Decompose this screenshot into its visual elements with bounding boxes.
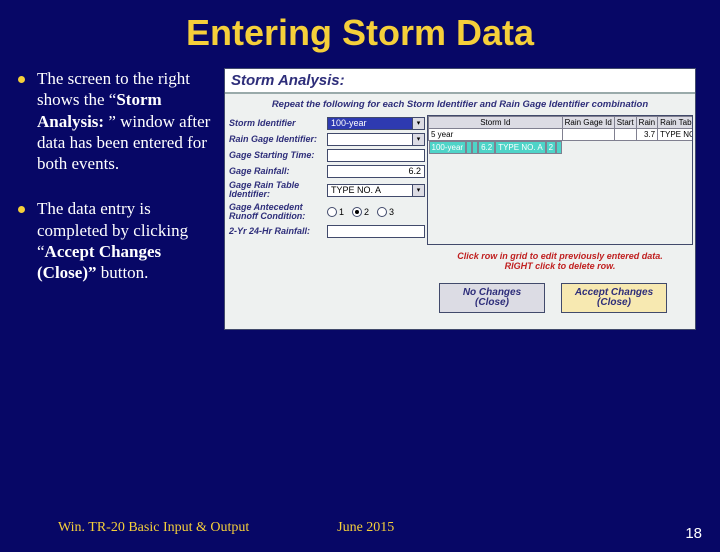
arc-radio-1[interactable]: 1: [327, 207, 344, 217]
chevron-down-icon[interactable]: ▾: [413, 117, 425, 130]
page-number: 18: [685, 525, 702, 542]
storm-grid[interactable]: Storm Id Rain Gage Id Start Rain Rain Ta…: [427, 115, 693, 245]
two-yr-input[interactable]: [327, 225, 425, 238]
storm-analysis-window: Storm Analysis: Repeat the following for…: [224, 68, 696, 330]
grid-hint: Click row in grid to edit previously ent…: [425, 245, 695, 282]
col-rain: Rain: [636, 117, 657, 129]
label-antecedent: Gage Antecedent Runoff Condition:: [229, 203, 327, 222]
gage-rain-table-select[interactable]: TYPE NO. A: [327, 184, 413, 197]
bullet-2-text: The data entry is completed by clicking …: [37, 198, 218, 283]
footer-left: Win. TR-20 Basic Input & Output: [58, 520, 249, 536]
form-panel: Storm Identifier 100-year ▾ Rain Gage Id…: [225, 115, 427, 245]
col-storm-id: Storm Id: [429, 117, 563, 129]
instruction-text: Repeat the following for each Storm Iden…: [225, 94, 695, 115]
col-start: Start: [614, 117, 636, 129]
window-title: Storm Analysis:: [225, 69, 695, 94]
chevron-down-icon[interactable]: ▾: [413, 133, 425, 146]
slide-title: Entering Storm Data: [0, 12, 720, 54]
label-gage-start: Gage Starting Time:: [229, 151, 327, 160]
col-rain-table: Rain Table Id: [658, 117, 693, 129]
label-gage-rain-table: Gage Rain Table Identifier:: [229, 181, 327, 200]
bullet-list: The screen to the right shows the “Storm…: [18, 68, 224, 330]
label-storm-id: Storm Identifier: [229, 119, 327, 128]
table-row[interactable]: 100-year 6.2 TYPE NO. A 2: [429, 141, 563, 154]
bullet-2: The data entry is completed by clicking …: [18, 198, 218, 283]
bullet-1: The screen to the right shows the “Storm…: [18, 68, 218, 174]
rain-gage-id-select[interactable]: [327, 133, 413, 146]
storm-id-select[interactable]: 100-year: [327, 117, 413, 130]
bullet-dot-icon: [18, 206, 25, 213]
label-gage-rainfall: Gage Rainfall:: [229, 167, 327, 176]
gage-start-input[interactable]: [327, 149, 425, 162]
chevron-down-icon[interactable]: ▾: [413, 184, 425, 197]
col-rain-gage: Rain Gage Id: [562, 117, 614, 129]
accept-changes-button[interactable]: Accept Changes (Close): [561, 283, 667, 313]
label-rain-gage-id: Rain Gage Identifier:: [229, 135, 327, 144]
arc-radio-2[interactable]: 2: [352, 207, 369, 217]
label-2yr: 2-Yr 24-Hr Rainfall:: [229, 227, 327, 236]
table-row[interactable]: 5 year 3.7 TYPE NO. A 2: [429, 129, 694, 141]
arc-radio-3[interactable]: 3: [377, 207, 394, 217]
footer-date: June 2015: [337, 520, 394, 536]
gage-rainfall-input[interactable]: 6.2: [327, 165, 425, 178]
bullet-dot-icon: [18, 76, 25, 83]
no-changes-button[interactable]: No Changes (Close): [439, 283, 545, 313]
bullet-1-text: The screen to the right shows the “Storm…: [37, 68, 218, 174]
